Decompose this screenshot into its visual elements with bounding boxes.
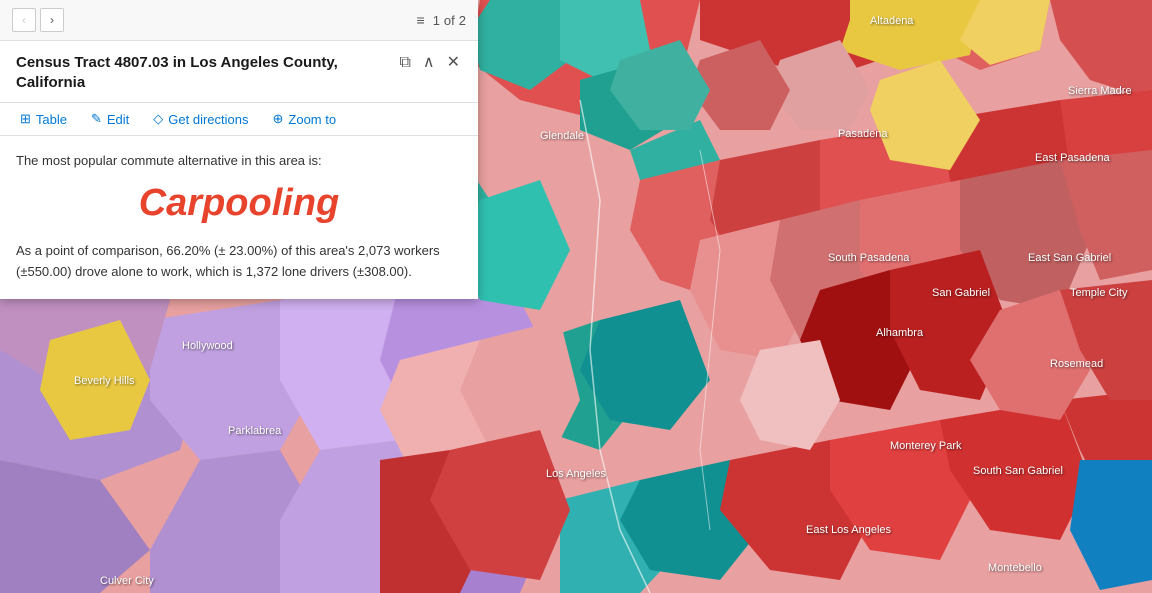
- close-button[interactable]: ✕: [445, 53, 462, 73]
- counter-total: 2: [459, 13, 466, 28]
- directions-label: Get directions: [168, 112, 248, 127]
- popup-content: The most popular commute alternative in …: [0, 136, 478, 299]
- collapse-button[interactable]: ∧: [421, 53, 437, 73]
- nav-counter: ≡ 1 of 2: [417, 12, 466, 28]
- counter-current: 1: [433, 13, 440, 28]
- prev-button[interactable]: ‹: [12, 8, 36, 32]
- popup-title: Census Tract 4807.03 in Los Angeles Coun…: [16, 53, 385, 92]
- action-bar: ⊞ Table ✎ Edit ◇ Get directions ⊕ Zoom t…: [0, 103, 478, 136]
- highlight-label: Carpooling: [16, 182, 462, 225]
- directions-button[interactable]: ◇ Get directions: [141, 103, 260, 135]
- zoom-icon: ⊕: [273, 111, 284, 127]
- directions-icon: ◇: [153, 111, 163, 127]
- table-icon: ⊞: [20, 111, 31, 127]
- title-actions: ⧉ ∧ ✕: [397, 53, 462, 73]
- next-button[interactable]: ›: [40, 8, 64, 32]
- zoom-button[interactable]: ⊕ Zoom to: [261, 103, 349, 135]
- nav-bar: ‹ › ≡ 1 of 2: [0, 0, 478, 41]
- zoom-label: Zoom to: [288, 112, 336, 127]
- comparison-text: As a point of comparison, 66.20% (± 23.0…: [16, 241, 462, 283]
- description-text: The most popular commute alternative in …: [16, 152, 462, 170]
- counter-separator: of: [444, 13, 455, 28]
- popup-panel: ‹ › ≡ 1 of 2 Census Tract 4807.03 in Los…: [0, 0, 478, 299]
- title-bar: Census Tract 4807.03 in Los Angeles Coun…: [0, 41, 478, 103]
- table-label: Table: [36, 112, 67, 127]
- duplicate-button[interactable]: ⧉: [397, 53, 412, 73]
- table-button[interactable]: ⊞ Table: [8, 103, 79, 135]
- nav-arrows: ‹ ›: [12, 8, 64, 32]
- edit-icon: ✎: [91, 111, 102, 127]
- edit-label: Edit: [107, 112, 129, 127]
- edit-button[interactable]: ✎ Edit: [79, 103, 141, 135]
- list-icon: ≡: [417, 12, 425, 28]
